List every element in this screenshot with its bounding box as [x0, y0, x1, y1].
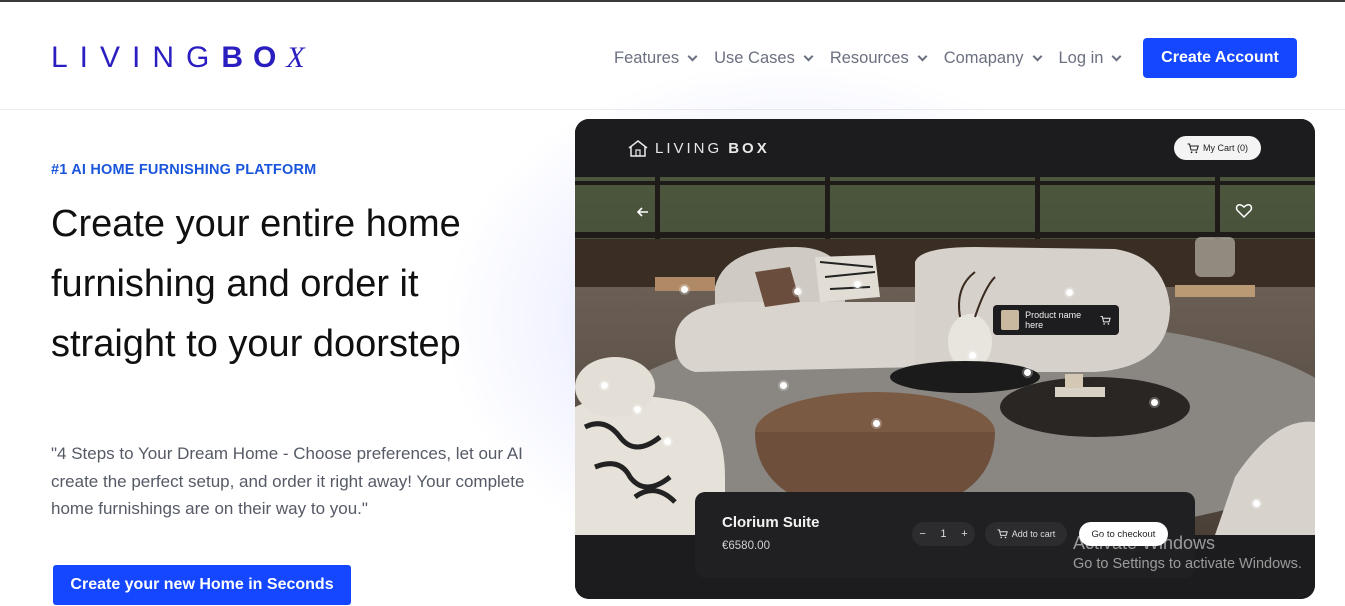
house-icon: [628, 140, 648, 157]
hotspot-dot[interactable]: [1024, 369, 1031, 376]
windows-activation-title: Activate Windows: [1073, 533, 1216, 553]
product-price: €6580.00: [722, 540, 770, 552]
hotspot-dot[interactable]: [969, 352, 976, 359]
add-to-cart-label: Add to cart: [1011, 529, 1056, 539]
nav-login[interactable]: Log in: [1058, 48, 1122, 68]
my-cart-label: My Cart (0): [1203, 143, 1248, 153]
logo-text-living: LIVING: [51, 41, 222, 74]
back-arrow-icon[interactable]: [635, 204, 651, 220]
hotspot-dot[interactable]: [1066, 289, 1073, 296]
product-thumbnail: [1001, 310, 1020, 330]
nav-features[interactable]: Features: [614, 48, 698, 68]
main-nav: Features Use Cases Resources Comapany Lo…: [614, 38, 1122, 78]
hotspot-dot[interactable]: [1151, 399, 1158, 406]
hotspot-dot[interactable]: [794, 288, 801, 295]
quantity-stepper[interactable]: − 1 +: [912, 522, 975, 546]
hotspot-dot[interactable]: [664, 438, 671, 445]
nav-company[interactable]: Comapany: [943, 48, 1042, 68]
hotspot-dot[interactable]: [681, 286, 688, 293]
cart-icon: [997, 529, 1008, 539]
nav-login-label: Log in: [1058, 48, 1104, 67]
site-header: LIVING BO X Features Use Cases Resources…: [0, 2, 1345, 110]
increment-button[interactable]: +: [961, 528, 967, 540]
hero-description: "4 Steps to Your Dream Home - Choose pre…: [51, 444, 525, 518]
hotspot-dot[interactable]: [873, 420, 880, 427]
chevron-down-icon: [687, 51, 698, 61]
add-to-cart-button[interactable]: Add to cart: [985, 522, 1067, 546]
product-name: Clorium Suite: [722, 514, 820, 531]
hotspot-dot[interactable]: [780, 382, 787, 389]
nav-use-cases[interactable]: Use Cases: [714, 48, 814, 68]
nav-company-label: Comapany: [943, 48, 1024, 67]
mockup-header: LIVING BOX My Cart (0): [575, 119, 1315, 177]
livingbox-logo[interactable]: LIVING BO X: [51, 40, 317, 76]
add-cart-icon[interactable]: [1100, 315, 1111, 326]
nav-features-label: Features: [614, 48, 680, 67]
cart-icon: [1187, 142, 1199, 153]
my-cart-button[interactable]: My Cart (0): [1174, 136, 1261, 160]
tooltip-product-name: Product name here: [1025, 310, 1082, 330]
living-room-illustration: [575, 177, 1315, 535]
decrement-button[interactable]: −: [919, 528, 925, 540]
hero-headline: Create your entire home furnishing and o…: [51, 203, 461, 365]
product-mockup: LIVING BOX My Cart (0) Product name here…: [575, 119, 1315, 599]
room-scene-image: Product name here: [575, 177, 1315, 535]
hero-eyebrow: #1 AI HOME FURNISHING PLATFORM: [51, 162, 317, 178]
nav-resources[interactable]: Resources: [829, 48, 928, 68]
chevron-down-icon: [917, 51, 928, 61]
heart-icon[interactable]: [1235, 203, 1253, 219]
create-home-button[interactable]: Create your new Home in Seconds: [53, 565, 351, 605]
hotspot-dot[interactable]: [854, 281, 861, 288]
chevron-down-icon: [1112, 51, 1122, 61]
chevron-down-icon: [1032, 51, 1042, 61]
hotspot-dot[interactable]: [1253, 500, 1260, 507]
logo-text-x: X: [286, 41, 317, 74]
mockup-logo-box: BOX: [728, 139, 770, 157]
chevron-down-icon: [803, 51, 814, 61]
nav-resources-label: Resources: [829, 48, 909, 67]
hotspot-dot[interactable]: [634, 406, 641, 413]
logo-text-bo: BO: [221, 41, 287, 74]
mockup-logo-living: LIVING: [655, 139, 723, 157]
hotspot-dot[interactable]: [601, 382, 608, 389]
quantity-value: 1: [940, 528, 947, 540]
mockup-logo: LIVING BOX: [627, 139, 770, 157]
windows-activation-subtitle: Go to Settings to activate Windows.: [1073, 556, 1302, 572]
product-tooltip[interactable]: Product name here: [993, 305, 1119, 335]
create-account-button[interactable]: Create Account: [1143, 38, 1297, 78]
nav-use-cases-label: Use Cases: [714, 48, 795, 67]
